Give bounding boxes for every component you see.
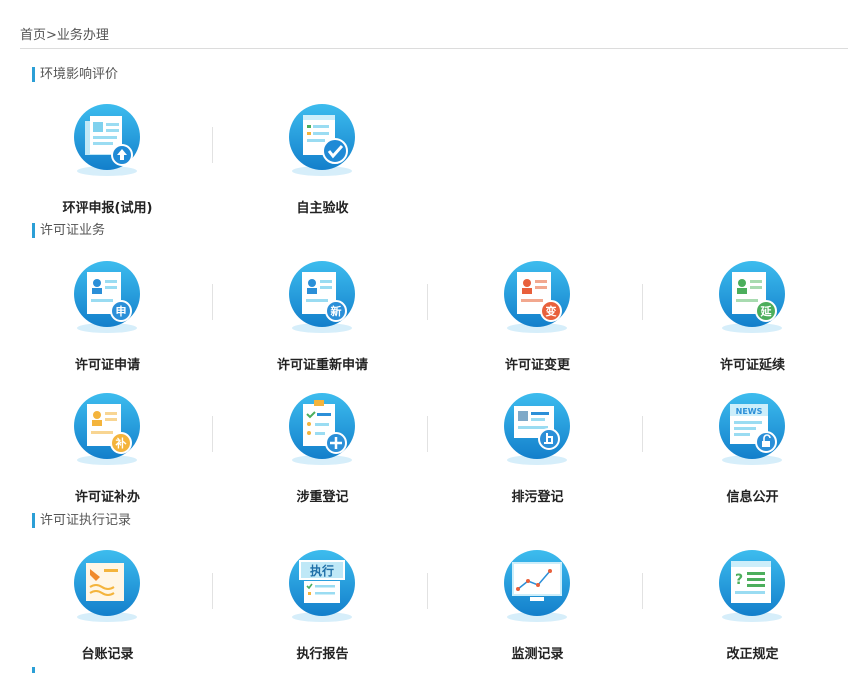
section-license-row-1: 申 许可证申请 新 许可证重新申请 变 许可证变更 延 许可证延续 [0, 258, 868, 388]
correction-doc-icon: ? [717, 547, 787, 623]
tile-license-reapply[interactable]: 新 许可证重新申请 [215, 258, 430, 388]
board-text: 执行 [310, 563, 334, 578]
license-extend-icon: 延 [717, 258, 787, 334]
tile-label: 许可证延续 [719, 358, 785, 373]
tile-label: 许可证申请 [74, 358, 140, 373]
tile-monitoring-record[interactable]: 监测记录 [430, 547, 645, 677]
breadcrumb: 首页>业务办理 [20, 26, 848, 49]
tile-label: 台账记录 [81, 647, 134, 662]
license-reissue-icon: 补 [72, 390, 142, 466]
checklist-approved-icon [287, 101, 357, 177]
ledger-record-icon [72, 547, 142, 623]
tile-label: 许可证补办 [74, 490, 140, 505]
tile-label: 信息公开 [726, 490, 779, 505]
license-apply-icon: 申 [72, 258, 142, 334]
section-title-eia: 环境影响评价 [32, 67, 118, 82]
news-text: NEWS [736, 407, 763, 416]
section-marker [32, 667, 35, 673]
divider [212, 573, 213, 609]
badge-text: 变 [546, 304, 557, 318]
section-title-license: 许可证业务 [32, 223, 105, 238]
divider [642, 573, 643, 609]
section-eia-items: 环评申报(试用) 自主验收 [0, 101, 868, 231]
section-license-row-2: 补 许可证补办 涉重登记 排污登记 NEWS 信息公开 [0, 390, 868, 520]
license-change-icon: 变 [502, 258, 572, 334]
divider [642, 284, 643, 320]
tile-label: 许可证重新申请 [276, 358, 368, 373]
license-reapply-icon: 新 [287, 258, 357, 334]
document-upload-icon [72, 101, 142, 177]
tile-license-apply[interactable]: 申 许可证申请 [0, 258, 215, 388]
tile-label: 监测记录 [511, 647, 564, 662]
divider [212, 416, 213, 452]
tile-execution-report[interactable]: 执行 执行报告 [215, 547, 430, 677]
tile-label: 许可证变更 [504, 358, 570, 373]
badge-text: 延 [760, 304, 773, 318]
tile-discharge-register[interactable]: 排污登记 [430, 390, 645, 520]
tile-license-change[interactable]: 变 许可证变更 [430, 258, 645, 388]
section-execution-items: 台账记录 执行 执行报告 监测记录 ? 改正规定 [0, 547, 868, 677]
divider [427, 284, 428, 320]
divider [427, 573, 428, 609]
tile-label: 排污登记 [511, 490, 564, 505]
tile-license-reissue[interactable]: 补 许可证补办 [0, 390, 215, 520]
breadcrumb-current: 业务办理 [56, 28, 109, 43]
badge-text: 申 [116, 304, 127, 318]
clipboard-add-icon [287, 390, 357, 466]
pollution-register-icon [502, 390, 572, 466]
badge-text: 补 [115, 436, 127, 450]
tile-correction-rules[interactable]: ? 改正规定 [645, 547, 860, 677]
news-unlock-icon: NEWS [717, 390, 787, 466]
divider [212, 127, 213, 163]
divider [212, 284, 213, 320]
monitor-chart-icon [502, 547, 572, 623]
divider [427, 416, 428, 452]
tile-label: 执行报告 [296, 647, 349, 662]
tile-label: 自主验收 [296, 201, 349, 216]
tile-info-disclosure[interactable]: NEWS 信息公开 [645, 390, 860, 520]
tile-self-acceptance[interactable]: 自主验收 [215, 101, 430, 231]
breadcrumb-home[interactable]: 首页 [20, 28, 46, 43]
tile-eia-declare[interactable]: 环评申报(试用) [0, 101, 215, 231]
tile-heavy-metal-register[interactable]: 涉重登记 [215, 390, 430, 520]
tile-label: 改正规定 [726, 647, 779, 662]
breadcrumb-separator: > [46, 28, 57, 43]
divider [642, 416, 643, 452]
section-title-execution-records: 许可证执行记录 [32, 513, 131, 528]
tile-label: 环评申报(试用) [62, 201, 153, 216]
tile-ledger-record[interactable]: 台账记录 [0, 547, 215, 677]
svg-text:?: ? [735, 572, 743, 588]
badge-text: 新 [331, 304, 342, 318]
tile-label: 涉重登记 [296, 490, 349, 505]
tile-license-extend[interactable]: 延 许可证延续 [645, 258, 860, 388]
execution-report-icon: 执行 [287, 547, 357, 623]
